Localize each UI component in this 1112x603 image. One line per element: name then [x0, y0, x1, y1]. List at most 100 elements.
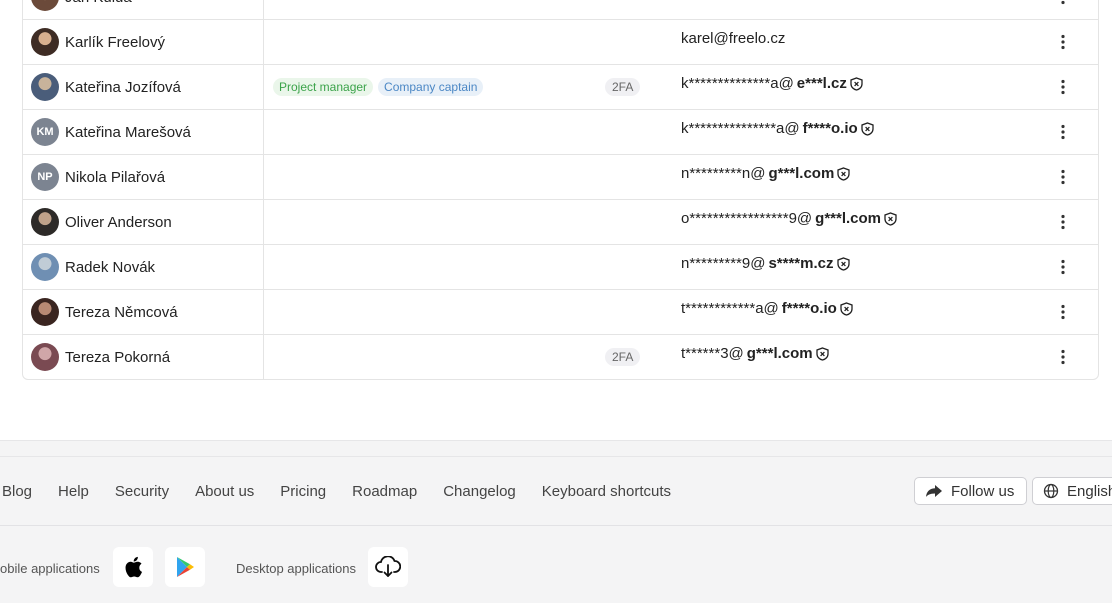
email-local: t************a@	[681, 300, 779, 317]
table-row: Radek Novák n*********9@ s****m.cz	[23, 244, 1098, 289]
user-email: t************a@ f****o.io	[681, 300, 853, 317]
table-row: KM Kateřina Marešová k***************a@ f**…	[23, 109, 1098, 154]
language-label: English	[1067, 482, 1112, 500]
email-local: n*********n@	[681, 165, 766, 182]
kebab-icon[interactable]	[1055, 124, 1071, 140]
kebab-icon[interactable]	[1055, 214, 1071, 230]
user-email: t******3@ g***l.com	[681, 345, 829, 362]
email-local: k***************a@	[681, 120, 800, 137]
users-table: Jan KuldaKarlík Freelovýkarel@freelo.czK…	[22, 0, 1099, 380]
language-button[interactable]: English	[1032, 477, 1112, 505]
role-tags: Project manager Company captain	[273, 65, 484, 109]
twofa-badge: 2FA	[605, 78, 641, 96]
avatar	[31, 253, 59, 281]
avatar	[31, 208, 59, 236]
user-email: k***************a@ f****o.io	[681, 120, 874, 137]
kebab-icon[interactable]	[1055, 169, 1071, 185]
table-row: NP Nikola Pilařová n*********n@ g***l.com	[23, 154, 1098, 199]
apple-icon	[125, 556, 142, 578]
table-row: Kateřina Jozífová Project manager Company …	[23, 64, 1098, 109]
google-play-icon	[177, 557, 194, 577]
footer-link-about[interactable]: About us	[195, 483, 254, 500]
footer-link-security[interactable]: Security	[115, 483, 169, 500]
app-store-button[interactable]	[113, 547, 153, 587]
avatar	[31, 73, 59, 101]
email-domain: s****m.cz	[768, 255, 834, 272]
table-row: Karlík Freelový karel@freelo.cz	[23, 19, 1098, 64]
shield-x-icon	[840, 301, 853, 316]
footer-link-roadmap[interactable]: Roadmap	[352, 483, 417, 500]
table-row: Oliver Anderson o*****************9@ g***l…	[23, 199, 1098, 244]
footer-link-changelog[interactable]: Changelog	[443, 483, 516, 500]
footer-divider-2	[0, 525, 1112, 526]
user-cell: KM Kateřina Marešová	[23, 110, 264, 154]
email-domain: e***l.cz	[796, 75, 847, 92]
user-name[interactable]: Tereza Němcová	[65, 304, 178, 321]
email-domain: g***l.com	[768, 165, 835, 182]
kebab-icon[interactable]	[1055, 304, 1071, 320]
email-domain: g***l.com	[746, 345, 813, 362]
desktop-download-button[interactable]	[368, 547, 408, 587]
user-cell: Karlík Freelový	[23, 20, 264, 64]
user-name[interactable]: Oliver Anderson	[65, 214, 172, 231]
footer-link-shortcuts[interactable]: Keyboard shortcuts	[542, 483, 671, 500]
email-local: karel@freelo.cz	[681, 30, 786, 47]
user-name[interactable]: Kateřina Jozífová	[65, 79, 181, 96]
mobile-apps-label: obile applications	[0, 561, 100, 576]
user-email: o*****************9@ g***l.com	[681, 210, 897, 227]
email-domain: f****o.io	[802, 120, 858, 137]
twofa-badge: 2FA	[605, 348, 641, 366]
avatar: NP	[31, 163, 59, 191]
avatar	[31, 28, 59, 56]
avatar: KM	[31, 118, 59, 146]
avatar	[31, 0, 59, 11]
user-cell: Jan Kulda	[23, 0, 264, 19]
user-name[interactable]: Tereza Pokorná	[65, 349, 170, 366]
shield-x-icon	[815, 346, 829, 361]
shield-x-icon	[837, 166, 850, 181]
email-local: n*********9@	[681, 255, 766, 272]
footer-divider	[0, 456, 1112, 457]
user-email: k**************a@ e***l.cz	[681, 75, 863, 92]
follow-us-button[interactable]: Follow us	[914, 477, 1027, 505]
email-local: k**************a@	[681, 75, 794, 92]
role-tag: Project manager	[273, 78, 374, 96]
follow-us-label: Follow us	[951, 482, 1015, 500]
user-name[interactable]: Radek Novák	[65, 259, 155, 276]
user-email: karel@freelo.cz	[681, 30, 788, 47]
globe-icon	[1043, 483, 1059, 499]
user-name[interactable]: Kateřina Marešová	[65, 124, 191, 141]
avatar	[31, 343, 59, 371]
footer-link-help[interactable]: Help	[58, 483, 89, 500]
user-cell: NP Nikola Pilařová	[23, 155, 264, 199]
table-row: Tereza Pokorná 2FA t******3@ g***l.com	[23, 334, 1098, 379]
footer-links: Blog Help Security About us Pricing Road…	[2, 483, 697, 500]
kebab-icon[interactable]	[1055, 79, 1071, 95]
kebab-icon[interactable]	[1055, 349, 1071, 365]
kebab-icon[interactable]	[1055, 34, 1071, 50]
user-name[interactable]: Karlík Freelový	[65, 34, 165, 51]
share-arrow-icon	[926, 485, 942, 497]
user-cell: Tereza Pokorná	[23, 335, 264, 379]
footer-link-blog[interactable]: Blog	[2, 483, 32, 500]
shield-x-icon	[850, 76, 863, 91]
footer-link-pricing[interactable]: Pricing	[280, 483, 326, 500]
user-cell: Oliver Anderson	[23, 200, 264, 244]
email-domain: g***l.com	[815, 210, 882, 227]
email-local: t******3@	[681, 345, 744, 362]
email-local: o*****************9@	[681, 210, 813, 227]
cloud-download-icon	[375, 556, 401, 577]
user-name[interactable]: Nikola Pilařová	[65, 169, 165, 186]
kebab-icon[interactable]	[1055, 259, 1071, 275]
user-cell: Kateřina Jozífová	[23, 65, 264, 109]
table-row: Jan Kulda	[23, 0, 1098, 19]
shield-x-icon	[836, 256, 850, 271]
role-tag: Company captain	[378, 78, 484, 96]
user-email: n*********n@ g***l.com	[681, 165, 850, 182]
google-play-button[interactable]	[165, 547, 205, 587]
kebab-icon[interactable]	[1055, 0, 1071, 5]
desktop-apps-label: Desktop applications	[236, 561, 356, 576]
table-row: Tereza Němcová t************a@ f****o.io	[23, 289, 1098, 334]
email-domain: f****o.io	[781, 300, 837, 317]
user-name[interactable]: Jan Kulda	[65, 0, 132, 6]
